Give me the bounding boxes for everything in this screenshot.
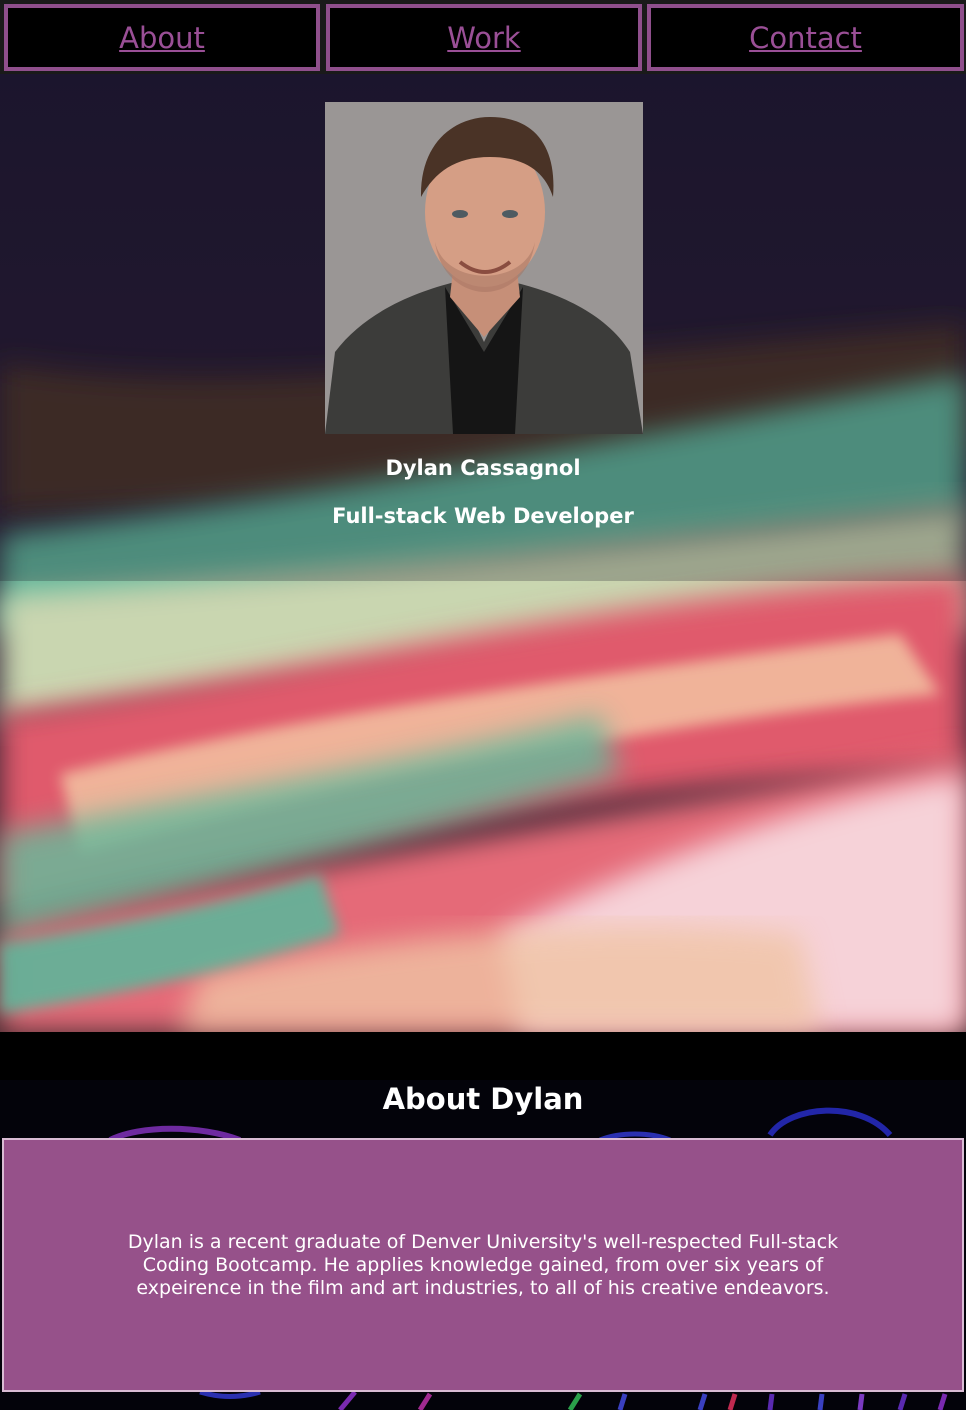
nav-item-contact[interactable]: Contact (647, 4, 964, 71)
nav-item-work[interactable]: Work (326, 4, 642, 71)
portrait-image (325, 102, 643, 434)
nav-link-about[interactable]: About (119, 21, 205, 55)
about-section: About Dylan Dylan is a recent graduate o… (0, 1080, 966, 1410)
about-heading: About Dylan (382, 1082, 584, 1116)
section-divider (0, 1032, 966, 1080)
nav-link-contact[interactable]: Contact (749, 21, 862, 55)
top-nav: About Work Contact (0, 0, 966, 74)
about-card: Dylan is a recent graduate of Denver Uni… (2, 1138, 964, 1392)
hero-section: Dylan Cassagnol Full-stack Web Developer (0, 74, 966, 1032)
nav-item-about[interactable]: About (4, 4, 320, 71)
hero-name: Dylan Cassagnol (385, 456, 581, 480)
nav-link-work[interactable]: Work (447, 21, 520, 55)
about-description: Dylan is a recent graduate of Denver Uni… (127, 1230, 839, 1299)
hero-job-title: Full-stack Web Developer (332, 504, 634, 528)
profile-photo (325, 102, 643, 434)
